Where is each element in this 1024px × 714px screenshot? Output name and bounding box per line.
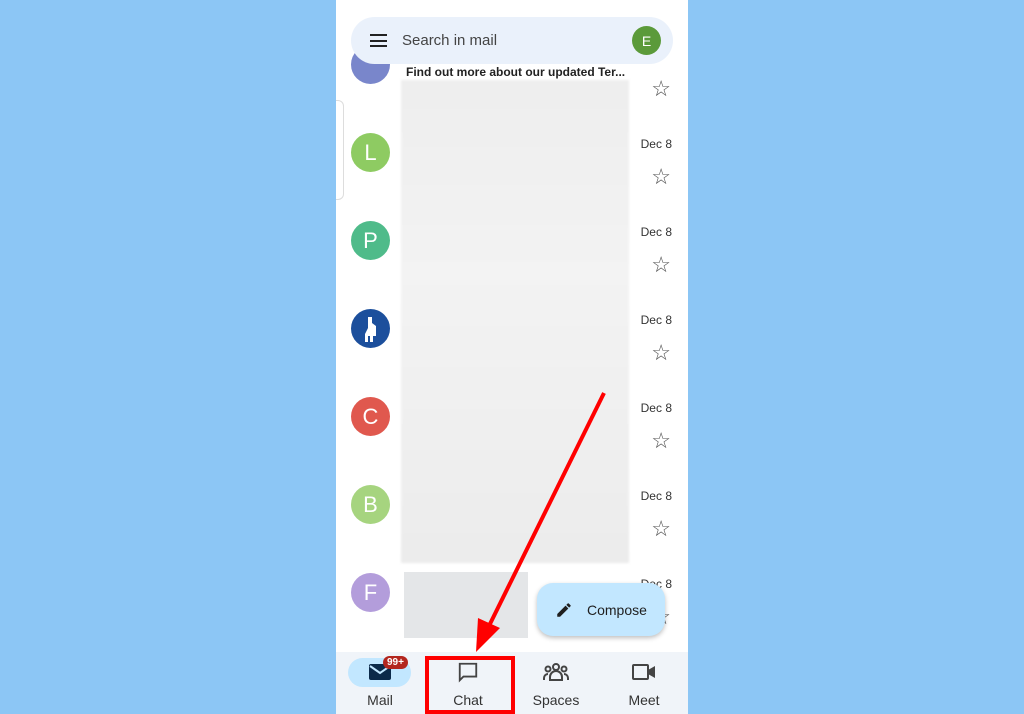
annotation-arrow xyxy=(476,392,606,652)
partial-email-subject[interactable]: Find out more about our updated Ter... xyxy=(406,65,625,79)
annotation-highlight-box xyxy=(425,656,515,714)
